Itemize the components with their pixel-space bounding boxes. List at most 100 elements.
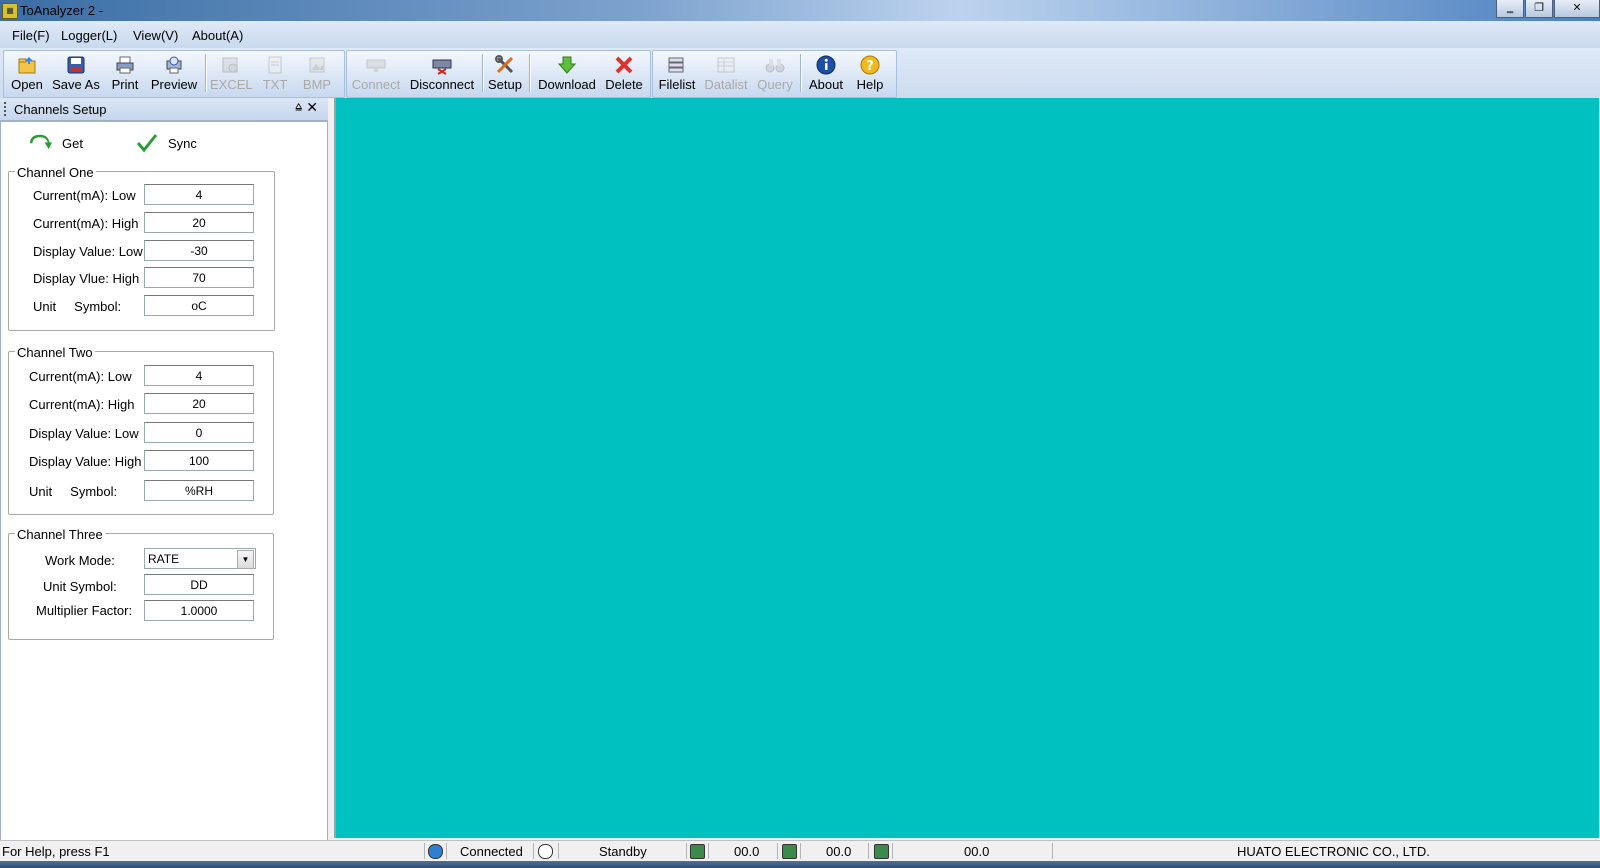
ch3-work-mode-value: RATE [148, 552, 180, 566]
status-divider [800, 843, 801, 859]
toolbar-separator [529, 54, 531, 92]
about-button[interactable]: About [805, 52, 847, 94]
title-bar: ▦ ToAnalyzer 2 - ‗ ❐ ✕ [0, 0, 1600, 21]
status-divider [424, 843, 425, 859]
restore-button[interactable]: ❐ [1525, 0, 1553, 18]
help-button[interactable]: ? Help [853, 52, 887, 94]
menu-bar: File(F) Logger(L) View(V) About(A) [0, 21, 1600, 48]
info-icon [816, 55, 836, 75]
open-button[interactable]: Open [8, 52, 46, 94]
ch1-current-low-input[interactable]: 4 [144, 184, 254, 205]
toolbar-separator [205, 54, 207, 92]
status-help-text: For Help, press F1 [2, 844, 110, 859]
sync-button[interactable]: Sync [136, 133, 197, 153]
delete-button[interactable]: Delete [604, 52, 644, 94]
status-company: HUATO ELECTRONIC CO., LTD. [1237, 844, 1430, 859]
toolbar-separator [482, 54, 484, 92]
menu-file[interactable]: File(F) [12, 28, 50, 43]
data-table-icon [716, 55, 736, 75]
save-as-button[interactable]: Save As [52, 52, 100, 94]
ch2-display-high-input[interactable]: 100 [144, 450, 254, 471]
get-button[interactable]: Get [30, 133, 83, 153]
ch2-unit-symbol-input[interactable]: %RH [144, 480, 254, 501]
status-divider [1052, 843, 1053, 859]
ch3-unit-symbol-input[interactable]: DD [144, 574, 254, 595]
status-divider [686, 843, 687, 859]
ch1-display-low-label: Display Value: Low [33, 244, 143, 259]
status-divider [892, 843, 893, 859]
status-bar: For Help, press F1 Connected Standby 00.… [0, 840, 1600, 861]
status-divider [533, 843, 534, 859]
txt-button[interactable]: TXT [258, 52, 292, 94]
disconnect-button[interactable]: Disconnect [407, 52, 477, 94]
tools-icon [495, 55, 515, 75]
status-divider [446, 843, 447, 859]
datalist-button[interactable]: Datalist [702, 52, 750, 94]
status-reading-3: 00.0 [964, 844, 990, 859]
connect-icon [366, 55, 386, 75]
ch2-current-high-input[interactable]: 20 [144, 393, 254, 414]
ch2-display-low-label: Display Value: Low [29, 426, 139, 441]
close-panel-icon[interactable]: ✕ [306, 99, 318, 116]
dropdown-arrow-icon[interactable]: ▼ [237, 550, 254, 569]
ch1-current-high-input[interactable]: 20 [144, 212, 254, 233]
printer-icon [115, 55, 135, 75]
channel-two-reading-icon [782, 844, 797, 859]
status-divider [777, 843, 778, 859]
print-button[interactable]: Print [107, 52, 143, 94]
app-icon: ▦ [2, 3, 18, 19]
channel-three-title: Channel Three [15, 527, 105, 542]
help-question-icon: ? [860, 55, 880, 75]
status-divider [868, 843, 869, 859]
minimize-button[interactable]: ‗ [1496, 0, 1524, 18]
ch2-current-high-label: Current(mA): High [29, 397, 135, 412]
channel-one-title: Channel One [15, 165, 96, 180]
ch3-unit-symbol-label: Unit Symbol: [43, 579, 117, 594]
menu-view[interactable]: View(V) [133, 28, 178, 43]
preview-button[interactable]: Preview [150, 52, 198, 94]
get-arrow-icon [30, 133, 53, 153]
svg-text:?: ? [866, 59, 874, 74]
os-taskbar [0, 861, 1600, 868]
drag-grip-icon[interactable] [4, 102, 6, 116]
text-file-icon [265, 55, 285, 75]
pin-icon[interactable]: ⩠ [295, 101, 302, 114]
ch1-display-high-label: Display Vlue: High [33, 271, 140, 286]
filelist-button[interactable]: Filelist [656, 52, 698, 94]
delete-x-icon [614, 55, 634, 75]
menu-logger[interactable]: Logger(L) [61, 28, 117, 43]
checkmark-icon [136, 133, 158, 153]
setup-button[interactable]: Setup [486, 52, 524, 94]
ch2-current-low-input[interactable]: 4 [144, 365, 254, 386]
status-connection: Connected [460, 844, 523, 859]
connect-button[interactable]: Connect [350, 52, 402, 94]
window-controls: ‗ ❐ ✕ [1495, 0, 1600, 18]
bmp-button[interactable]: BMP [298, 52, 336, 94]
ch1-unit-symbol-label: Unit Symbol: [33, 299, 122, 314]
binoculars-icon [765, 55, 785, 75]
open-folder-icon [17, 55, 37, 75]
channels-setup-header: Channels Setup ⩠ ✕ [0, 98, 328, 121]
menu-about[interactable]: About(A) [192, 28, 243, 43]
excel-button[interactable]: EXCEL [210, 52, 253, 94]
ch3-work-mode-select[interactable]: RATE ▼ [144, 548, 256, 569]
ch1-current-low-label: Current(mA): Low [33, 188, 136, 203]
save-icon [66, 55, 86, 75]
ch2-display-low-input[interactable]: 0 [144, 422, 254, 443]
download-button[interactable]: Download [536, 52, 598, 94]
globe-icon [428, 844, 443, 859]
ch1-display-low-input[interactable]: -30 [144, 240, 254, 261]
ch1-unit-symbol-input[interactable]: oC [144, 295, 254, 316]
ch3-multiplier-input[interactable]: 1.0000 [144, 600, 254, 621]
status-reading-1: 00.0 [734, 844, 760, 859]
toolbar-separator [800, 54, 802, 92]
ch3-work-mode-label: Work Mode: [45, 553, 115, 568]
main-workspace[interactable] [334, 98, 1599, 838]
window-title: ToAnalyzer 2 - [20, 3, 104, 18]
channel-three-reading-icon [874, 844, 889, 859]
ch1-display-high-input[interactable]: 70 [144, 267, 254, 288]
query-button[interactable]: Query [755, 52, 795, 94]
close-window-button[interactable]: ✕ [1554, 0, 1600, 18]
ch2-display-high-label: Display Value: High [29, 454, 142, 469]
status-divider [558, 843, 559, 859]
